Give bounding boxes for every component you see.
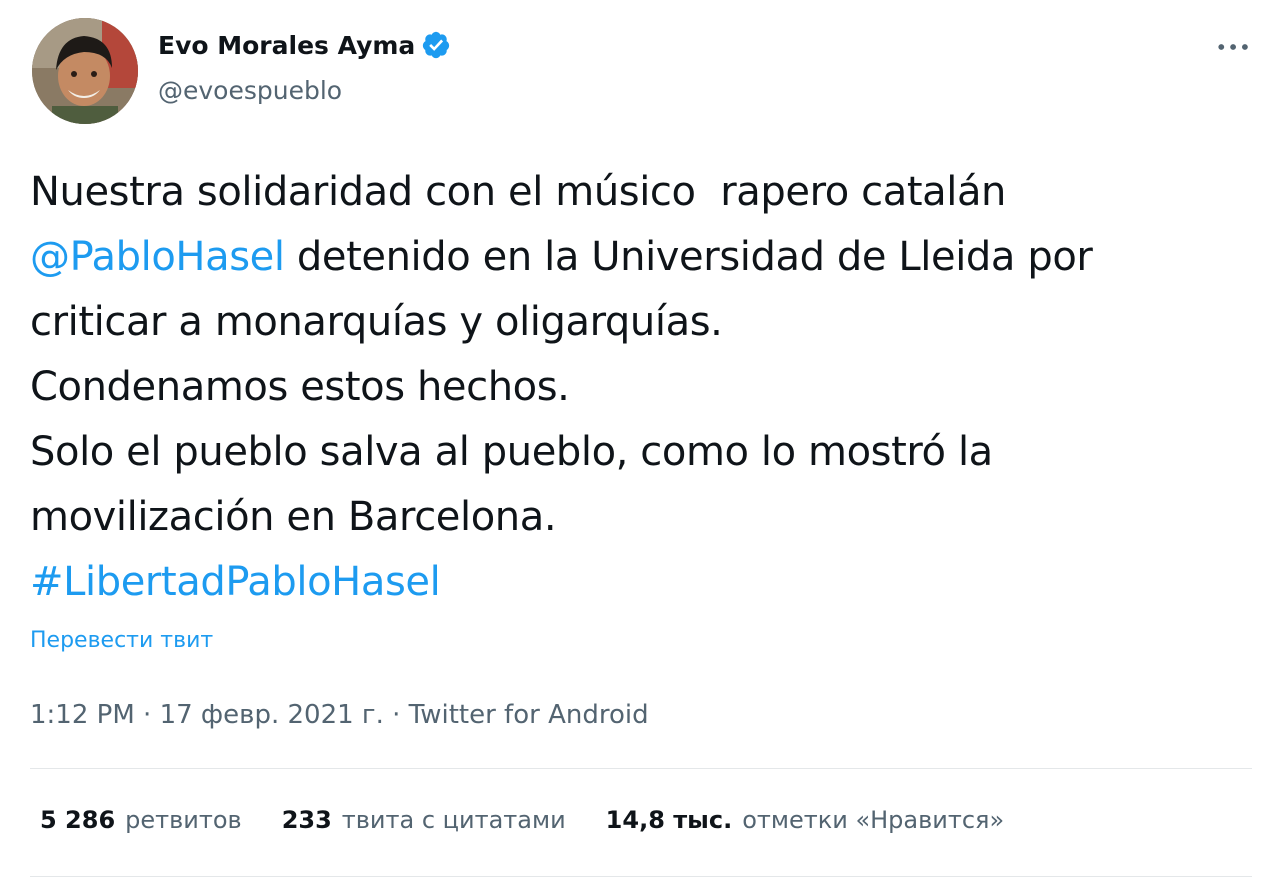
quotes-count: 233 (281, 806, 332, 834)
meta-separator: · (134, 700, 160, 730)
tweet-text-segment: Solo el pueblo salva al pueblo, como lo … (30, 429, 993, 475)
tweet-text-line: Solo el pueblo salva al pueblo, como lo … (30, 420, 1250, 485)
mention-link[interactable]: @PabloHasel (30, 234, 285, 280)
divider-bottom (30, 876, 1252, 877)
likes-count: 14,8 тыс. (605, 806, 733, 834)
translate-tweet-link[interactable]: Перевести твит (30, 628, 213, 653)
tweet-source[interactable]: Twitter for Android (409, 700, 649, 730)
retweets-count: 5 286 (40, 806, 116, 834)
avatar-photo (32, 18, 138, 124)
tweet-text: Nuestra solidaridad con el músico rapero… (30, 160, 1250, 615)
tweet-card: Evo Morales Ayma @evoespueblo Nuestra so… (0, 0, 1280, 890)
tweet-text-segment: criticar a monarquías y oligarquías. (30, 299, 723, 345)
tweet-text-line: Condenamos estos hechos. (30, 355, 1250, 420)
tweet-text-segment: movilización en Barcelona. (30, 494, 557, 540)
likes-label: отметки «Нравится» (742, 806, 1005, 834)
more-horizontal-icon (1218, 44, 1248, 50)
tweet-text-segment: Condenamos estos hechos. (30, 364, 570, 410)
retweets-label: ретвитов (125, 806, 242, 834)
tweet-text-line: criticar a monarquías y oligarquías. (30, 290, 1250, 355)
tweet-time[interactable]: 1:12 PM (30, 700, 135, 730)
tweet-text-line: Nuestra solidaridad con el músico rapero… (30, 160, 1250, 225)
verified-badge-icon (421, 30, 451, 60)
tweet-text-line: @PabloHasel detenido en la Universidad d… (30, 225, 1250, 290)
author-name-row: Evo Morales Ayma (158, 30, 451, 60)
tweet-text-line: #LibertadPabloHasel (30, 550, 1250, 615)
author-handle[interactable]: @evoespueblo (158, 76, 342, 105)
author-display-name[interactable]: Evo Morales Ayma (158, 31, 415, 60)
tweet-text-segment: detenido en la Universidad de Lleida por (284, 234, 1093, 280)
avatar[interactable] (32, 18, 138, 124)
divider-top (30, 768, 1252, 769)
tweet-metadata: 1:12 PM · 17 февр. 2021 г. · Twitter for… (30, 700, 649, 730)
quotes-stat[interactable]: 233 твита с цитатами (282, 806, 566, 834)
tweet-stats: 5 286 ретвитов 233 твита с цитатами 14,8… (40, 806, 1044, 834)
hashtag-link[interactable]: #LibertadPabloHasel (30, 559, 441, 605)
retweets-stat[interactable]: 5 286 ретвитов (40, 806, 242, 834)
meta-separator: · (383, 700, 409, 730)
likes-stat[interactable]: 14,8 тыс. отметки «Нравится» (606, 806, 1004, 834)
quotes-label: твита с цитатами (341, 806, 566, 834)
tweet-text-segment: Nuestra solidaridad con el músico rapero… (30, 169, 1007, 215)
more-options-button[interactable] (1212, 30, 1256, 64)
tweet-text-line: movilización en Barcelona. (30, 485, 1250, 550)
tweet-date[interactable]: 17 февр. 2021 г. (160, 700, 384, 730)
